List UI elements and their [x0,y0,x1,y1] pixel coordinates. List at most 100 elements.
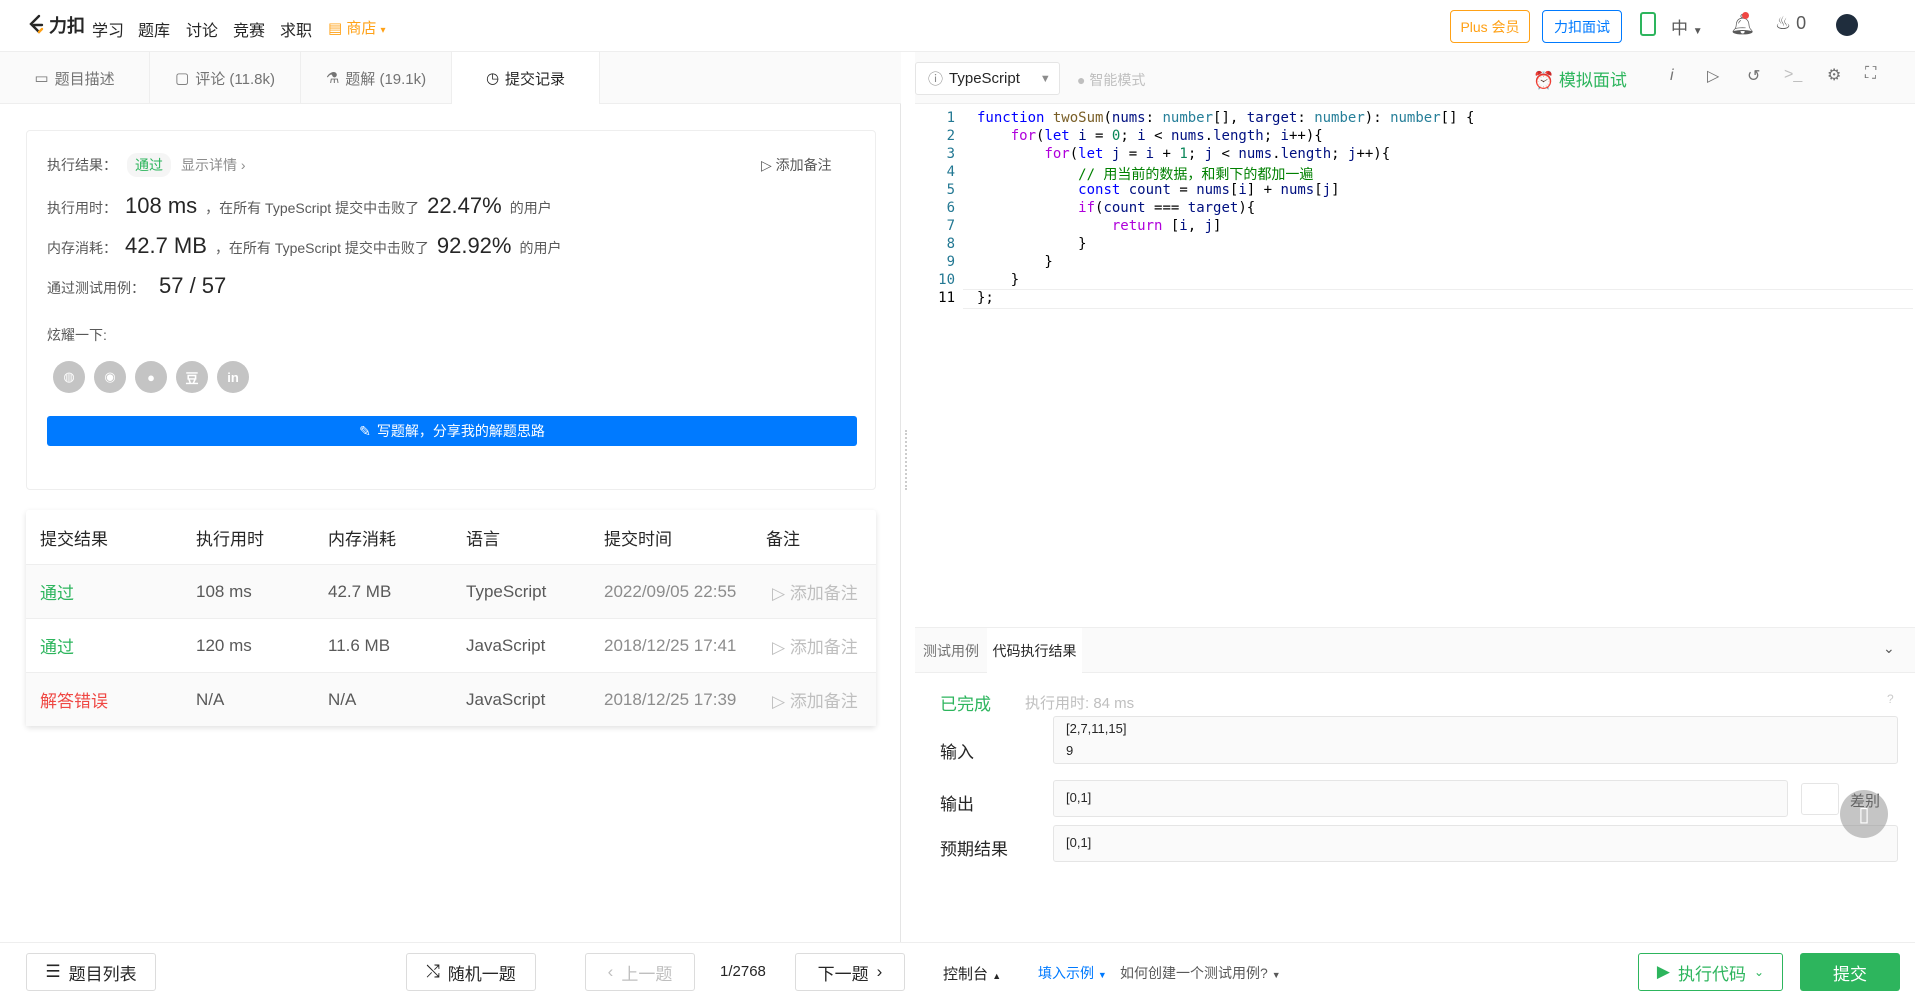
prev-problem-button[interactable]: ‹ 上一题 [585,953,695,991]
reset-icon[interactable]: ↺ [1747,66,1760,86]
memory-percentile: 92.92% [436,233,512,258]
list-icon: ☰ [45,962,61,981]
tab-comments[interactable]: ▢ 评论 (11.8k) [150,52,301,104]
help-icon[interactable]: ? [1887,692,1894,706]
runtime-percentile: 22.47% [427,193,502,218]
line-number: 1 [946,110,955,126]
streak-counter[interactable]: ♨ 0 [1775,13,1806,34]
show-details-label: 显示详情 [181,157,237,173]
runtime-row: 执行用时： 108 ms ，在所有 TypeScript 提交中击败了 22.4… [47,193,552,219]
write-solution-button[interactable]: ✎ 写题解，分享我的解题思路 [47,416,857,446]
table-header: 提交结果 执行用时 内存消耗 语言 提交时间 备注 [26,510,876,564]
bottom-bar: ☰ 题目列表 ⤭ 随机一题 ‹ 上一题 1/2768 下一题 › 控制台 ▲ 填入示例 … [0,942,1915,998]
info-icon: ⓘ [928,71,944,88]
code-line: } [977,254,1053,270]
flag-icon: ▷ [772,584,786,603]
row-add-note[interactable]: ▷ 添加备注 [772,633,858,658]
problem-tabs: ▭ 题目描述 ▢ 评论 (11.8k) ⚗ 题解 (19.1k) ◷ 提交记录 [0,52,901,104]
row-runtime: 120 ms [196,635,252,655]
smart-mode-toggle[interactable]: ● 智能模式 [1077,70,1145,90]
language-switch[interactable]: 中 ▼ [1671,14,1703,39]
line-number: 7 [946,218,955,234]
result-label: 执行结果： [47,157,117,173]
code-editor[interactable]: 1 2 3 4 5 6 7 8 9 10 11 function twoSum(… [915,104,1915,679]
qq-share-icon[interactable]: ● [135,361,167,393]
fullscreen-icon[interactable]: ⛶ [1865,65,1876,83]
tab-submissions[interactable]: ◷ 提交记录 [452,52,600,104]
current-line-highlight [963,289,1913,309]
fill-example-button[interactable]: 填入示例 ▼ [1038,963,1107,983]
console-toggle[interactable]: 控制台 ▲ [943,963,1001,984]
table-row[interactable]: 通过 120 ms 11.6 MB JavaScript 2018/12/25 … [26,618,876,672]
avatar[interactable] [1836,14,1858,36]
play-icon: ▶ [1656,962,1670,981]
row-note-label: 添加备注 [789,584,858,603]
row-status[interactable]: 通过 [40,579,74,604]
gear-icon[interactable]: ⚙ [1827,65,1841,85]
nav-contest[interactable]: 竞赛 [233,17,265,41]
description-icon: ▭ [34,70,49,87]
feedback-float-button[interactable]: ▯ [1840,790,1888,838]
row-status[interactable]: 通过 [40,633,74,658]
row-add-note[interactable]: ▷ 添加备注 [772,579,858,604]
language-label: 中 [1671,19,1688,38]
table-row[interactable]: 通过 108 ms 42.7 MB TypeScript 2022/09/05 … [26,564,876,618]
mock-interview-button[interactable]: ⏰ 模拟面试 [1533,66,1627,91]
input-target: 9 [1066,743,1074,758]
interview-button[interactable]: 力扣面试 [1542,10,1622,43]
terminal-icon[interactable]: >_ [1784,66,1802,84]
wechat-share-icon[interactable]: ◍ [53,361,85,393]
top-navbar: 力扣 学习 题库 讨论 竞赛 求职 ▤ 商店 ▾ Plus 会员 力扣面试 中 … [0,0,1915,52]
nav-shop[interactable]: ▤ 商店 ▾ [328,17,386,38]
share-label: 炫耀一下: [47,327,107,343]
input-label: 输入 [940,743,974,762]
shuffle-icon: ⤭ [426,962,440,981]
table-row[interactable]: 解答错误 N/A N/A JavaScript 2018/12/25 17:39… [26,672,876,726]
linkedin-share-icon[interactable]: in [217,361,249,393]
chevron-down-icon[interactable]: ⌄ [1883,640,1895,657]
problem-list-button[interactable]: ☰ 题目列表 [26,953,156,991]
tab-description[interactable]: ▭ 题目描述 [0,52,150,104]
expected-label: 预期结果 [940,840,1008,859]
language-select[interactable]: ⓘ TypeScript ▼ [915,62,1060,95]
info-icon[interactable]: i [1670,67,1674,85]
douban-share-icon[interactable]: 豆 [176,361,208,393]
plus-member-button[interactable]: Plus 会员 [1450,10,1530,43]
problem-list-label: 题目列表 [68,964,137,984]
runtime-text: ，在所有 TypeScript 提交中击败了 [205,200,420,216]
row-language: JavaScript [466,689,546,709]
nav-jobs[interactable]: 求职 [280,17,312,41]
play-icon[interactable]: ▷ [1707,66,1719,86]
random-problem-button[interactable]: ⤭ 随机一题 [406,953,536,991]
leetcode-logo[interactable]: 力扣 [26,12,85,38]
chevron-down-icon: ⌄ [1754,965,1765,979]
howto-testcase-link[interactable]: 如何创建一个测试用例? ▼ [1120,963,1281,983]
next-label: 下一题 [817,964,869,984]
nav-discuss[interactable]: 讨论 [186,17,218,41]
row-status[interactable]: 解答错误 [40,687,108,712]
panel-resize-handle[interactable] [905,430,908,490]
submit-button[interactable]: 提交 [1800,953,1900,991]
run-code-button[interactable]: ▶ 执行代码 ⌄ [1638,953,1783,991]
mobile-app-icon[interactable] [1640,12,1656,36]
next-problem-button[interactable]: 下一题 › [795,953,905,991]
add-note-label: 添加备注 [775,157,832,173]
diff-toggle[interactable] [1801,783,1839,815]
flask-icon: ⚗ [325,70,340,87]
nav-learn[interactable]: 学习 [92,17,124,41]
line-number: 4 [946,164,955,180]
pencil-icon: ✎ [359,422,371,439]
code-line: // 用当前的数据，和剩下的都加一遍 [977,167,1314,183]
tab-testcase[interactable]: 测试用例 [915,628,987,673]
weibo-share-icon[interactable]: ◉ [94,361,126,393]
mock-interview-label: 模拟面试 [1558,71,1627,90]
show-details-link[interactable]: 显示详情 › [181,155,246,175]
page-indicator: 1/2768 [720,963,766,980]
row-add-note[interactable]: ▷ 添加备注 [772,687,858,712]
line-number: 2 [946,128,955,144]
nav-problems[interactable]: 题库 [138,17,170,41]
add-note-button[interactable]: ▷ 添加备注 [761,155,832,175]
tab-run-result[interactable]: 代码执行结果 [987,628,1082,673]
tab-solutions[interactable]: ⚗ 题解 (19.1k) [301,52,452,104]
code-line: function twoSum(nums: number[], target: … [977,110,1475,126]
